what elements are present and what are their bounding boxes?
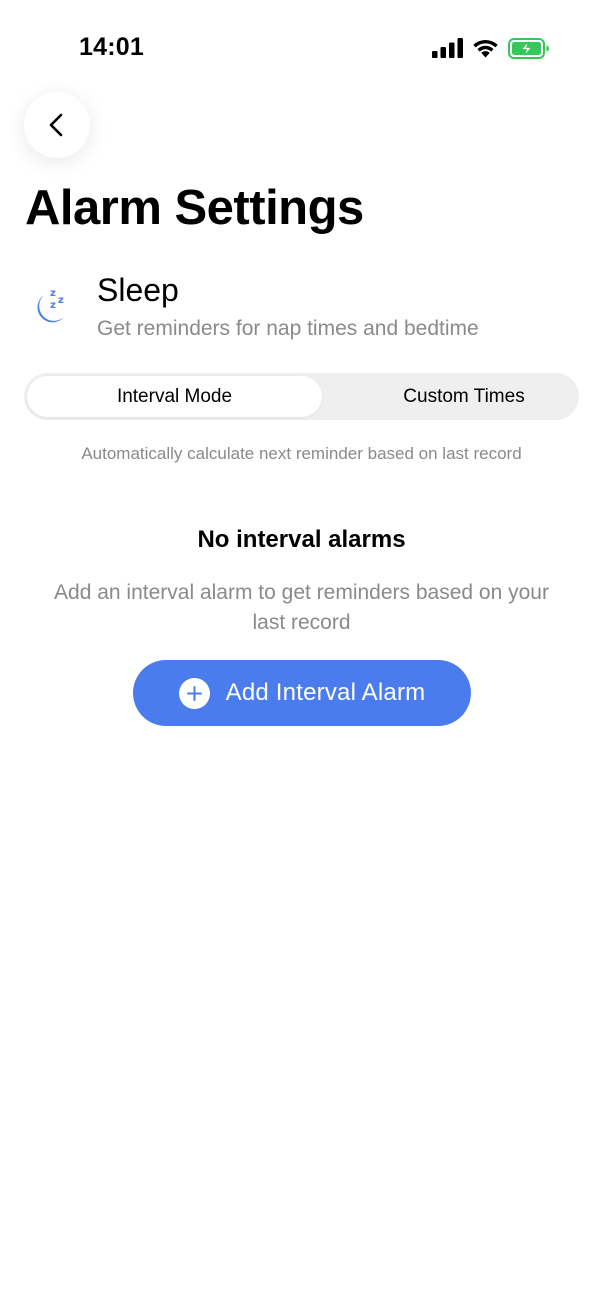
status-time: 14:01 bbox=[79, 33, 144, 61]
empty-state-description: Add an interval alarm to get reminders b… bbox=[54, 581, 549, 634]
svg-text:z: z bbox=[58, 295, 64, 306]
category-name: Sleep bbox=[97, 272, 179, 308]
wifi-icon bbox=[473, 39, 498, 58]
add-interval-alarm-button[interactable]: Add Interval Alarm bbox=[133, 660, 471, 726]
signal-icon bbox=[432, 38, 463, 58]
sleep-moon-icon: z z z bbox=[37, 288, 64, 323]
battery-charging-icon bbox=[508, 38, 549, 59]
alarm-settings-screen: 14:01 Alarm Settings z z z Sleep Get rem… bbox=[0, 0, 603, 1311]
tab-interval-mode[interactable]: Interval Mode bbox=[27, 376, 322, 417]
empty-state-title: No interval alarms bbox=[197, 526, 406, 553]
mode-hint: Automatically calculate next reminder ba… bbox=[81, 444, 522, 463]
chevron-left-icon bbox=[49, 113, 63, 137]
svg-text:z: z bbox=[50, 288, 56, 299]
plus-circle-icon bbox=[178, 677, 210, 709]
back-button[interactable] bbox=[24, 92, 90, 158]
add-interval-alarm-label: Add Interval Alarm bbox=[225, 679, 426, 706]
page-title: Alarm Settings bbox=[25, 181, 364, 235]
status-bar: 14:01 bbox=[0, 0, 603, 96]
tab-custom-times[interactable]: Custom Times bbox=[324, 376, 603, 417]
category-description: Get reminders for nap times and bedtime bbox=[97, 317, 479, 340]
mode-segmented-control: Interval Mode Custom Times bbox=[24, 373, 579, 420]
svg-text:z: z bbox=[50, 300, 56, 311]
